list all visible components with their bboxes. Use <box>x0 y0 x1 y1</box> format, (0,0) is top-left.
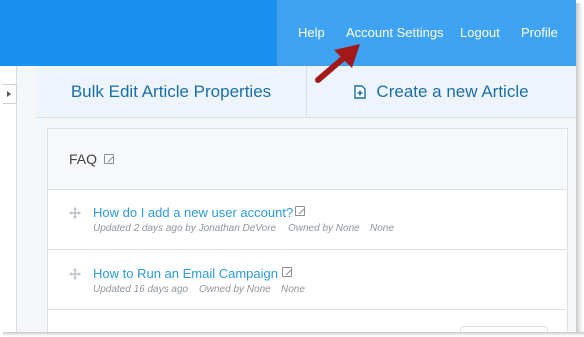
category-header <box>48 129 566 190</box>
drag-handle-icon[interactable] <box>69 207 81 219</box>
window-shadow-bottom <box>3 332 584 337</box>
collapse-arrow-icon <box>7 91 11 97</box>
article-row <box>48 190 566 250</box>
annotation-arrow <box>315 44 360 83</box>
edit-icon[interactable] <box>104 154 114 164</box>
article-owner: Owned by None <box>288 223 360 234</box>
article-updated: Updated 16 days ago <box>93 284 189 295</box>
create-article-label: Create a new Article <box>376 81 529 101</box>
article-link[interactable]: How do I add a new user account? <box>93 205 293 220</box>
panel-pointer <box>26 117 36 135</box>
new-document-icon <box>354 84 367 99</box>
article-updated: Updated 2 days ago by Jonathan DeVore <box>93 223 277 234</box>
nav-help[interactable]: Help <box>298 25 325 40</box>
nav-account-settings[interactable]: Account Settings <box>346 25 444 40</box>
article-link[interactable]: How to Run an Email Campaign <box>93 266 278 281</box>
nav-logout[interactable]: Logout <box>460 25 500 40</box>
article-status: None <box>281 284 305 295</box>
bulk-edit-label: Bulk Edit Article Properties <box>70 81 272 101</box>
edit-icon[interactable] <box>282 267 292 277</box>
app-window: Help Account Settings Logout Profile Bul… <box>0 0 576 332</box>
drag-handle-icon[interactable] <box>69 268 81 280</box>
bulk-edit-button[interactable]: Bulk Edit Article Properties <box>36 66 306 117</box>
category-title: FAQ <box>69 151 98 167</box>
article-owner: Owned by None <box>199 284 271 295</box>
window-shadow-right <box>576 3 584 337</box>
nav-profile[interactable]: Profile <box>521 25 558 40</box>
article-status: None <box>370 223 394 234</box>
edit-icon[interactable] <box>295 206 305 216</box>
sidebar-toggle-button[interactable] <box>3 84 17 104</box>
left-sidebar-collapsed <box>0 66 17 332</box>
